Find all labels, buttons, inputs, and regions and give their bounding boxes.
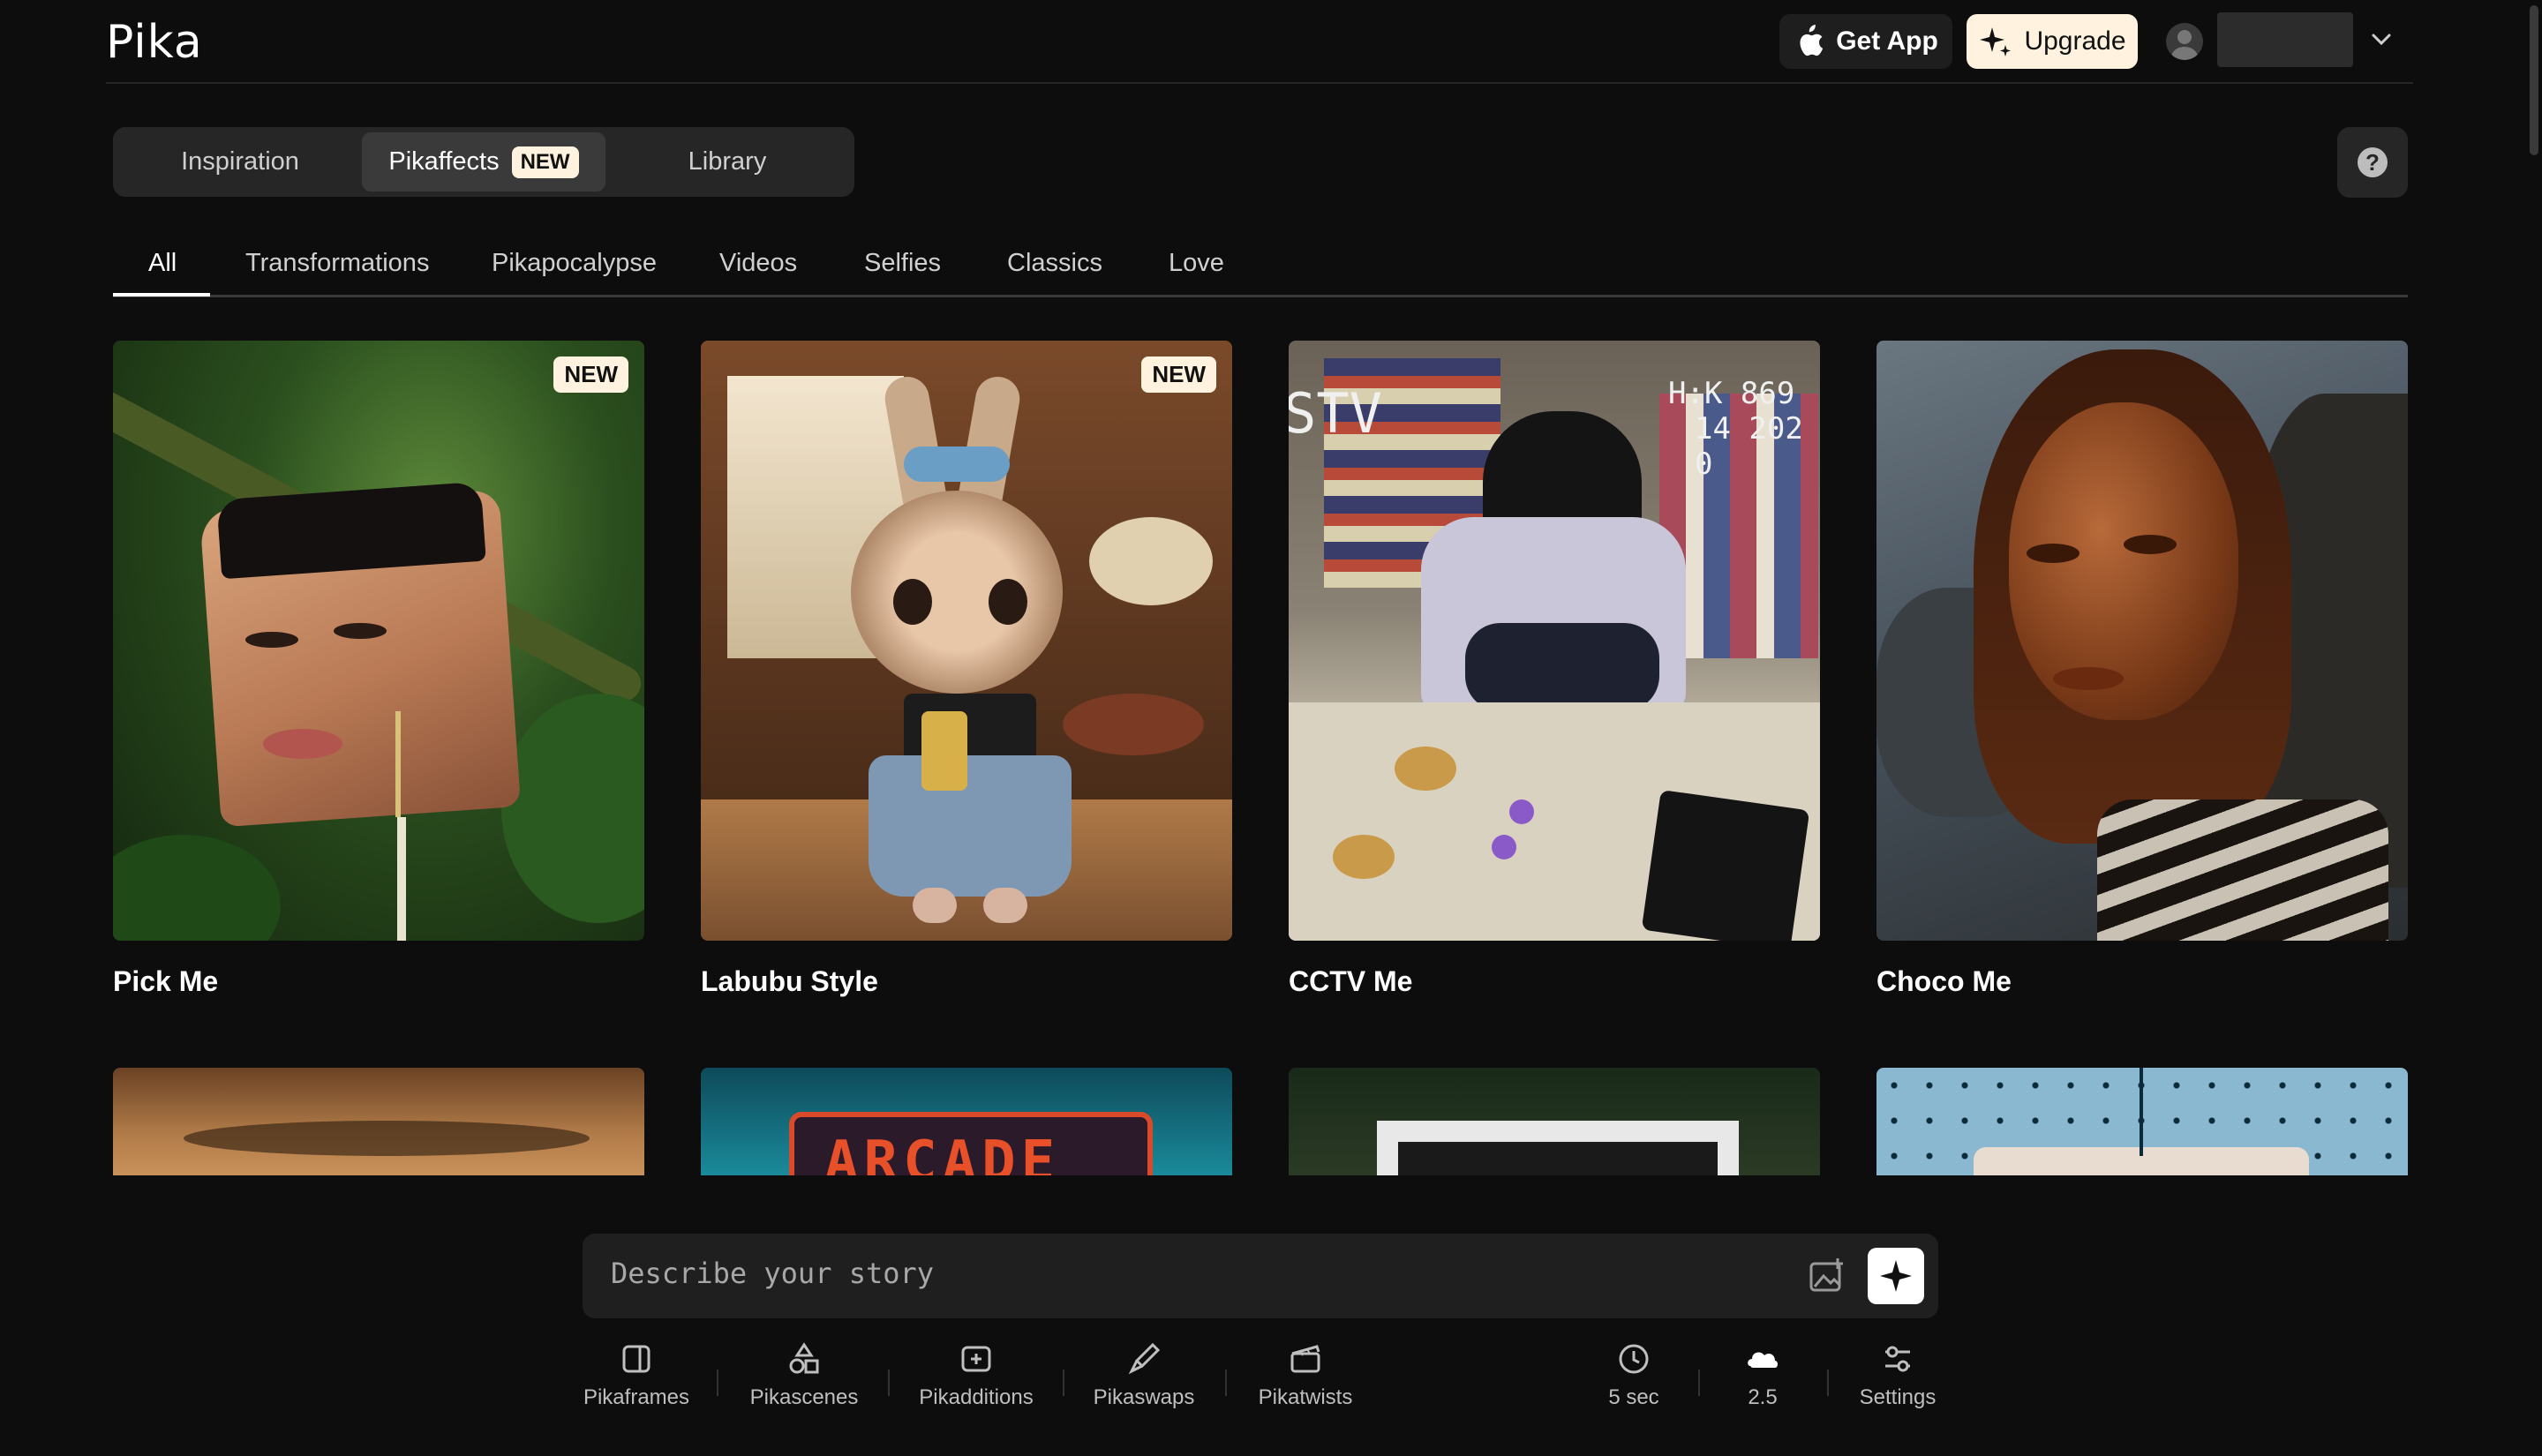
effect-card-thumbnail[interactable] [1876,1068,2408,1175]
effect-card-thumbnail[interactable]: ARCADE [701,1068,1232,1175]
new-badge: NEW [511,146,579,178]
card-thumbnail[interactable] [1876,341,2408,941]
divider [888,1370,890,1396]
tab-label: Library [688,147,767,176]
cctv-overlay-code1: H:K 869 [1668,376,1795,411]
tool-label: Pikatwists [1258,1385,1353,1409]
get-app-button[interactable]: Get App [1779,14,1952,69]
card-title: Labubu Style [701,965,878,997]
settings-label: Settings [1859,1385,1937,1409]
generate-button[interactable] [1868,1248,1924,1304]
shapes-icon [789,1342,819,1374]
category-pikapocalypse[interactable]: Pikapocalypse [492,249,657,278]
upgrade-label: Upgrade [2024,26,2126,56]
frames-icon [622,1345,651,1373]
card-thumbnail[interactable] [701,341,1232,941]
new-badge: NEW [553,356,628,393]
tool-label: Pikascenes [749,1385,859,1409]
scrollbar-track[interactable] [2528,0,2542,1456]
tab-inspiration[interactable]: Inspiration [120,132,360,191]
divider [1063,1370,1064,1396]
cctv-overlay-code2: 14 202 0 [1695,411,1803,482]
duration-label: 5 sec [1608,1385,1659,1409]
tool-pikaframes[interactable]: Pikaframes [581,1341,692,1410]
help-icon: ? [2358,147,2388,177]
tool-label: Pikadditions [919,1385,1034,1409]
category-selfies[interactable]: Selfies [864,249,941,278]
prompt-bar[interactable]: Describe your story [583,1234,1938,1318]
upgrade-button[interactable]: Upgrade [1967,14,2138,69]
add-image-icon[interactable] [1808,1257,1846,1295]
tab-label: Inspiration [181,147,299,176]
model-label: 2.5 [1748,1385,1778,1409]
avatar[interactable] [2166,23,2203,60]
cloud-icon [1748,1352,1778,1368]
category-tabs: All Transformations Pikapocalypse Videos… [113,238,2408,296]
effect-card-thumbnail[interactable] [1289,1068,1820,1175]
tool-label: Pikaframes [583,1385,690,1409]
card-title: Pick Me [113,965,219,997]
active-category-indicator [113,293,210,296]
card-title: Choco Me [1876,965,2012,997]
tab-label: Pikaffects [388,147,500,176]
tool-pikadditions[interactable]: Pikadditions [914,1341,1038,1410]
main-tab-bar: Inspiration Pikaffects NEW Library [113,127,854,197]
category-all[interactable]: All [148,249,177,278]
arcade-sign-text: ARCADE [824,1130,1061,1175]
tab-library[interactable]: Library [607,132,847,191]
scrollbar-thumb[interactable] [2530,5,2538,155]
new-badge: NEW [1141,356,1216,393]
category-love[interactable]: Love [1169,249,1224,278]
header-divider [106,82,2413,84]
cctv-overlay-label: STV [1289,381,1382,446]
card-thumbnail[interactable]: STV H:K 869 14 202 0 [1289,341,1820,941]
clapper-icon [1290,1345,1320,1373]
card-thumbnail[interactable] [113,341,644,941]
tool-pikascenes[interactable]: Pikascenes [743,1341,865,1410]
apple-icon [1800,25,1824,56]
get-app-label: Get App [1836,26,1938,56]
tool-pikaswaps[interactable]: Pikaswaps [1087,1341,1200,1410]
pika-logo[interactable]: Pika [106,16,203,69]
divider [1827,1370,1829,1396]
add-frame-icon [961,1346,991,1372]
divider [1225,1370,1227,1396]
model-setting[interactable]: 2.5 [1732,1341,1794,1410]
tab-pikaffects[interactable]: Pikaffects NEW [362,132,605,191]
top-header: Pika Get App Upgrade [0,0,2542,84]
sliders-icon [1885,1346,1910,1372]
category-transformations[interactable]: Transformations [245,249,429,278]
brush-icon [1128,1342,1161,1375]
chevron-down-icon[interactable] [2369,26,2394,51]
duration-setting[interactable]: 5 sec [1603,1341,1665,1410]
prompt-input[interactable]: Describe your story [611,1257,934,1290]
sparkle-icon [1980,27,2012,56]
username-redacted[interactable] [2217,12,2353,67]
divider [717,1370,718,1396]
tool-pikatwists[interactable]: Pikatwists [1248,1341,1363,1410]
category-videos[interactable]: Videos [719,249,797,278]
tool-label: Pikaswaps [1093,1385,1195,1409]
divider [1698,1370,1700,1396]
card-title: CCTV Me [1289,965,1413,997]
category-divider [113,295,2408,297]
help-button[interactable]: ? [2337,127,2408,198]
sparkle-icon [1880,1260,1912,1292]
settings-button[interactable]: Settings [1852,1341,1944,1410]
effect-card-thumbnail[interactable] [113,1068,644,1175]
category-classics[interactable]: Classics [1007,249,1102,278]
clock-icon [1619,1344,1649,1374]
